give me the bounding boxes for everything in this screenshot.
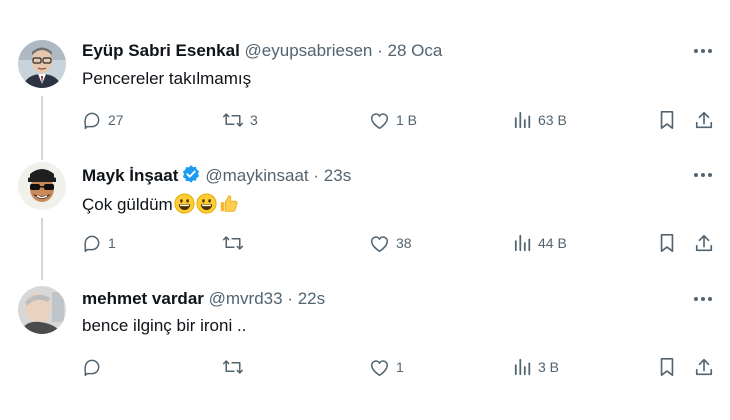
retweet-button[interactable] (222, 230, 250, 256)
bookmark-button[interactable] (658, 230, 676, 256)
more-dots-icon (694, 49, 712, 53)
author-name[interactable]: Eyüp Sabri Esenkal (82, 41, 240, 60)
author-handle[interactable]: @maykinsaat (205, 166, 308, 185)
share-icon (695, 111, 713, 129)
share-button[interactable] (694, 354, 714, 380)
tweet-header: Mayk İnşaat @maykinsaat · 23s (82, 164, 351, 186)
share-icon (695, 234, 713, 252)
tweet-actions: 1 3 B (0, 354, 730, 380)
author-handle[interactable]: @eyupsabriesen (245, 41, 373, 60)
tweet[interactable]: Mayk İnşaat @maykinsaat · 23s Çok güldüm … (0, 150, 730, 270)
views-count: 3 B (538, 359, 560, 375)
grinning-face-icon (196, 193, 217, 220)
retweet-icon (222, 113, 244, 127)
bookmark-icon (660, 111, 674, 129)
separator-dot: · (377, 41, 383, 60)
reply-icon (84, 235, 100, 253)
timestamp[interactable]: 23s (324, 166, 351, 185)
tweet[interactable]: Eyüp Sabri Esenkal @eyupsabriesen · 28 O… (0, 0, 730, 150)
reply-thread: Eyüp Sabri Esenkal @eyupsabriesen · 28 O… (0, 0, 730, 420)
views-count: 63 B (538, 112, 567, 128)
heart-icon (370, 235, 389, 252)
avatar[interactable] (18, 162, 66, 210)
more-options-button[interactable] (690, 290, 716, 308)
more-options-button[interactable] (690, 42, 716, 60)
reply-icon (84, 359, 100, 377)
tweet-actions: 27 3 1 B 63 B (0, 107, 730, 133)
like-button[interactable]: 1 B (369, 107, 417, 133)
like-button[interactable]: 38 (369, 230, 412, 256)
tweet-text: Çok güldüm (82, 192, 240, 220)
bookmark-button[interactable] (658, 354, 676, 380)
views-button[interactable]: 63 B (514, 107, 567, 133)
reply-button[interactable]: 1 (82, 230, 116, 256)
like-button[interactable]: 1 (369, 354, 404, 380)
heart-icon (370, 359, 389, 376)
views-button[interactable]: 3 B (514, 354, 559, 380)
like-count: 38 (396, 235, 412, 251)
grinning-face-icon (174, 193, 195, 220)
retweet-icon (222, 236, 244, 250)
thumbs-up-icon (218, 192, 240, 220)
avatar-photo-icon (18, 40, 66, 88)
like-count: 1 B (396, 112, 418, 128)
tweet-header: mehmet vardar @mvrd33 · 22s (82, 288, 325, 310)
more-dots-icon (694, 297, 712, 301)
tweet-text: Pencereler takılmamış (82, 69, 252, 88)
tweet-text: bence ilginç bir ironi .. (82, 316, 247, 335)
more-dots-icon (694, 173, 712, 177)
timestamp[interactable]: 22s (298, 289, 325, 308)
reply-button[interactable] (82, 354, 108, 380)
like-count: 1 (396, 359, 404, 375)
avatar-photo-icon (18, 286, 66, 334)
bookmark-button[interactable] (658, 107, 676, 133)
views-count: 44 B (538, 235, 567, 251)
retweet-icon (222, 360, 244, 374)
share-button[interactable] (694, 107, 714, 133)
share-button[interactable] (694, 230, 714, 256)
cartoon-avatar-icon (18, 162, 66, 210)
views-chart-icon (514, 358, 531, 376)
avatar[interactable] (18, 40, 66, 88)
tweet-text-content: Çok güldüm (82, 195, 173, 214)
author-name[interactable]: Mayk İnşaat (82, 166, 178, 185)
heart-icon (370, 112, 389, 129)
views-chart-icon (514, 234, 531, 252)
tweet[interactable]: mehmet vardar @mvrd33 · 22s bence ilginç… (0, 270, 730, 420)
more-options-button[interactable] (690, 166, 716, 184)
avatar[interactable] (18, 286, 66, 334)
views-button[interactable]: 44 B (514, 230, 567, 256)
bookmark-icon (660, 358, 674, 376)
reply-count: 1 (108, 235, 116, 251)
retweet-button[interactable] (222, 354, 250, 380)
reply-count: 27 (108, 112, 124, 128)
timestamp[interactable]: 28 Oca (388, 41, 443, 60)
separator-dot: · (287, 289, 293, 308)
author-name[interactable]: mehmet vardar (82, 289, 204, 308)
verified-badge-icon (181, 164, 201, 190)
tweet-header: Eyüp Sabri Esenkal @eyupsabriesen · 28 O… (82, 40, 442, 62)
views-chart-icon (514, 111, 531, 129)
share-icon (695, 358, 713, 376)
retweet-count: 3 (250, 112, 258, 128)
separator-dot: · (313, 166, 320, 185)
reply-icon (84, 112, 100, 130)
bookmark-icon (660, 234, 674, 252)
retweet-button[interactable]: 3 (222, 107, 258, 133)
reply-button[interactable]: 27 (82, 107, 124, 133)
author-handle[interactable]: @mvrd33 (209, 289, 283, 308)
tweet-actions: 1 38 44 B (0, 230, 730, 256)
